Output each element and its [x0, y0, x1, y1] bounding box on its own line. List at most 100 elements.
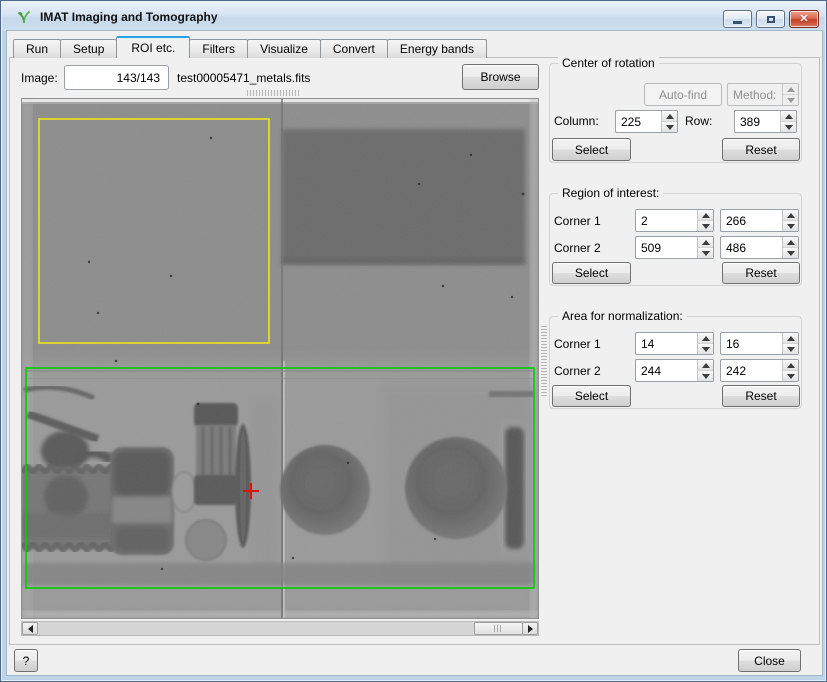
app-window: IMAT Imaging and Tomography ✕ Run Setup …: [0, 0, 827, 682]
scroll-right-icon: [528, 625, 533, 633]
down-arrow-icon: [787, 224, 795, 229]
image-horizontal-scrollbar[interactable]: [21, 621, 539, 636]
norm-reset-button[interactable]: Reset: [722, 385, 800, 407]
maximize-icon: [767, 16, 775, 23]
norm-corner2-y-spinbox[interactable]: 242: [720, 359, 799, 382]
spin-down-button[interactable]: [698, 370, 713, 381]
normalization-title: Area for normalization:: [558, 309, 687, 323]
up-arrow-icon: [702, 213, 710, 218]
norm-corner1-x-spinbox[interactable]: 14: [635, 332, 714, 355]
method-dropdown[interactable]: Method:: [727, 83, 799, 106]
scroll-left-button[interactable]: [22, 622, 38, 635]
image-index-field[interactable]: 143/143: [64, 65, 169, 90]
down-arrow-icon: [702, 251, 710, 256]
horizontal-splitter-handle[interactable]: [247, 90, 301, 96]
up-arrow-icon: [702, 336, 710, 341]
tab-visualize[interactable]: Visualize: [247, 39, 321, 58]
tab-energy-bands[interactable]: Energy bands: [387, 39, 487, 58]
tab-bar: Run Setup ROI etc. Filters Visualize Con…: [13, 37, 486, 58]
down-arrow-icon: [787, 374, 795, 379]
down-arrow-icon: [702, 347, 710, 352]
spin-up-button[interactable]: [698, 360, 713, 370]
down-arrow-icon: [787, 251, 795, 256]
spin-down-button[interactable]: [698, 343, 713, 354]
spin-up-button[interactable]: [783, 333, 798, 343]
down-arrow-icon: [785, 125, 793, 130]
spin-up-button[interactable]: [783, 210, 798, 220]
tab-filters[interactable]: Filters: [189, 39, 248, 58]
spin-down-button[interactable]: [662, 121, 677, 132]
roi-corner1-y-spinbox[interactable]: 266: [720, 209, 799, 232]
down-arrow-icon: [702, 374, 710, 379]
spin-up-button[interactable]: [783, 237, 798, 247]
roi-corner2-x-spinbox[interactable]: 509: [635, 236, 714, 259]
up-arrow-icon: [785, 114, 793, 119]
title-bar[interactable]: IMAT Imaging and Tomography ✕: [2, 2, 825, 31]
roi-select-button[interactable]: Select: [552, 262, 631, 284]
scrollbar-grip-icon: [494, 625, 503, 632]
spin-down-button[interactable]: [783, 247, 798, 258]
spin-up-button[interactable]: [698, 333, 713, 343]
spin-up-button[interactable]: [781, 111, 796, 121]
auto-find-button[interactable]: Auto-find: [644, 83, 722, 106]
filename-label: test00005471_metals.fits: [177, 71, 310, 85]
roi-corner1-x-spinbox[interactable]: 2: [635, 209, 714, 232]
tab-run[interactable]: Run: [13, 39, 61, 58]
minimize-icon: [733, 21, 742, 24]
roi-corner1-label: Corner 1: [554, 214, 601, 228]
spin-up-button[interactable]: [783, 360, 798, 370]
image-canvas[interactable]: [21, 98, 539, 619]
close-button[interactable]: Close: [738, 649, 801, 672]
help-button[interactable]: ?: [14, 649, 38, 672]
tab-roi-etc[interactable]: ROI etc.: [116, 36, 190, 58]
up-arrow-icon: [787, 213, 795, 218]
roi-corner2-y-spinbox[interactable]: 486: [720, 236, 799, 259]
norm-corner1-y-spinbox[interactable]: 16: [720, 332, 799, 355]
region-of-interest-title: Region of interest:: [558, 186, 663, 200]
scrollbar-thumb[interactable]: [474, 622, 523, 635]
cor-select-button[interactable]: Select: [552, 138, 631, 161]
spin-down-button[interactable]: [783, 343, 798, 354]
column-label: Column:: [554, 114, 599, 128]
down-arrow-icon: [702, 224, 710, 229]
spin-up-button[interactable]: [662, 111, 677, 121]
up-arrow-icon: [787, 87, 795, 92]
row-label: Row:: [685, 114, 712, 128]
scroll-left-icon: [28, 625, 33, 633]
down-arrow-icon: [787, 98, 795, 103]
spin-down-button[interactable]: [783, 370, 798, 381]
app-icon: [16, 9, 32, 25]
spin-up-button[interactable]: [698, 237, 713, 247]
norm-corner2-x-spinbox[interactable]: 244: [635, 359, 714, 382]
method-up-button[interactable]: [783, 84, 798, 94]
window-title: IMAT Imaging and Tomography: [40, 10, 218, 24]
column-spinbox[interactable]: 225: [615, 110, 678, 133]
up-arrow-icon: [666, 114, 674, 119]
tab-convert[interactable]: Convert: [320, 39, 388, 58]
cor-reset-button[interactable]: Reset: [722, 138, 800, 161]
method-down-button[interactable]: [783, 94, 798, 105]
browse-button[interactable]: Browse: [462, 64, 539, 90]
down-arrow-icon: [666, 125, 674, 130]
spin-down-button[interactable]: [698, 247, 713, 258]
row-spinbox[interactable]: 389: [734, 110, 797, 133]
norm-corner1-label: Corner 1: [554, 337, 601, 351]
up-arrow-icon: [787, 363, 795, 368]
up-arrow-icon: [787, 240, 795, 245]
spin-down-button[interactable]: [783, 220, 798, 231]
norm-corner2-label: Corner 2: [554, 364, 601, 378]
vertical-splitter-handle[interactable]: [541, 326, 547, 396]
radiograph-image: [22, 99, 538, 618]
spin-down-button[interactable]: [781, 121, 796, 132]
norm-select-button[interactable]: Select: [552, 385, 631, 407]
spin-up-button[interactable]: [698, 210, 713, 220]
spin-down-button[interactable]: [698, 220, 713, 231]
tab-setup[interactable]: Setup: [60, 39, 117, 58]
down-arrow-icon: [787, 347, 795, 352]
scroll-right-button[interactable]: [522, 622, 538, 635]
minimize-button[interactable]: [723, 10, 752, 28]
roi-reset-button[interactable]: Reset: [722, 262, 800, 284]
up-arrow-icon: [787, 336, 795, 341]
maximize-button[interactable]: [756, 10, 785, 28]
close-window-button[interactable]: ✕: [789, 10, 819, 28]
